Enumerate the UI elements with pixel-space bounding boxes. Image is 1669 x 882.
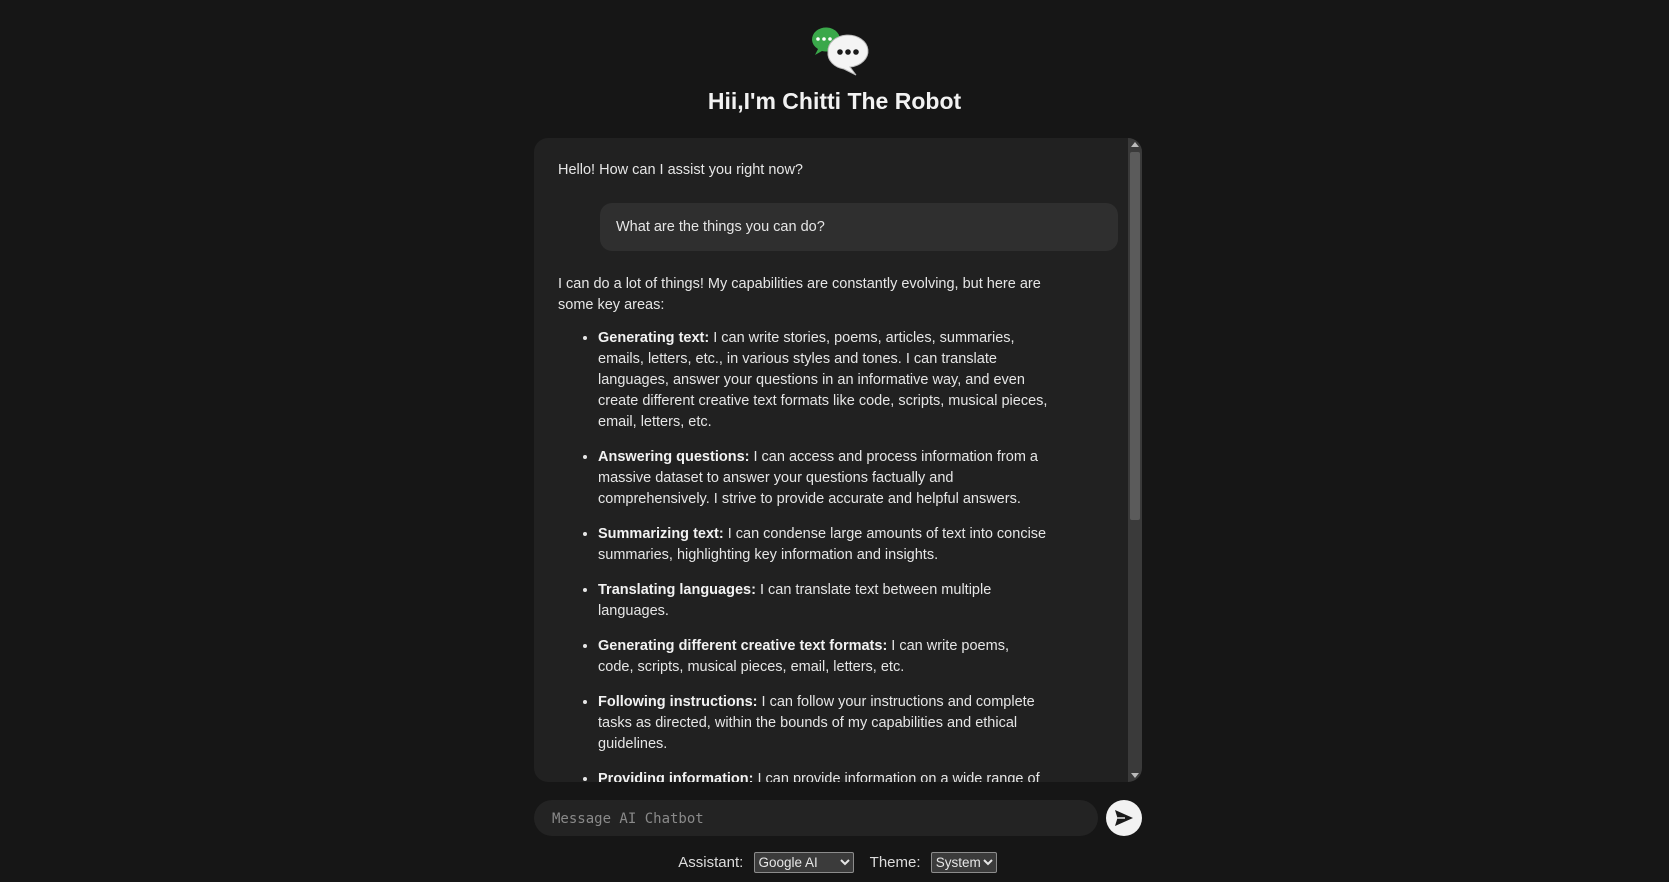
message-input-container[interactable]	[534, 800, 1098, 838]
assistant-select[interactable]: Google AI	[753, 852, 854, 873]
list-item: Generating different creative text forma…	[598, 636, 1048, 678]
chat-messages[interactable]: Hello! How can I assist you right now? W…	[534, 138, 1128, 782]
capabilities-list: Generating text: I can write stories, po…	[558, 328, 1048, 782]
list-item: Summarizing text: I can condense large a…	[598, 524, 1048, 566]
list-item-title: Answering questions:	[598, 449, 750, 465]
list-item-text: I can provide information on a wide rang…	[753, 771, 1040, 782]
scrollbar-thumb[interactable]	[1130, 152, 1140, 520]
list-item-title: Generating different creative text forma…	[598, 638, 888, 654]
scroll-down-arrow-icon[interactable]	[1131, 773, 1139, 778]
list-item: Following instructions: I can follow you…	[598, 692, 1048, 755]
chat-scrollbar[interactable]	[1128, 138, 1142, 782]
greeting-text: Hello! How can I assist you right now?	[558, 162, 803, 178]
chat-panel[interactable]: Hello! How can I assist you right now? W…	[534, 138, 1142, 782]
list-item-title: Generating text:	[598, 330, 710, 346]
list-item: Generating text: I can write stories, po…	[598, 328, 1048, 433]
list-item: Translating languages: I can translate t…	[598, 580, 1048, 622]
list-item: Answering questions: I can access and pr…	[598, 447, 1048, 510]
list-item-title: Following instructions:	[598, 694, 758, 710]
settings-bar: Assistant: Google AI Theme: System	[0, 852, 1669, 873]
list-item-title: Summarizing text:	[598, 526, 724, 542]
chat-bubbles-icon	[811, 27, 869, 76]
assistant-label: Assistant:	[678, 854, 744, 871]
list-item: Providing information: I can provide inf…	[598, 769, 1048, 782]
user-message: What are the things you can do?	[600, 203, 1118, 251]
send-arrow-icon	[1115, 810, 1133, 826]
scroll-up-arrow-icon[interactable]	[1131, 142, 1139, 147]
theme-select[interactable]: System	[930, 852, 997, 873]
list-item-title: Translating languages:	[598, 582, 756, 598]
page-title: Hii,I'm Chitti The Robot	[707, 88, 962, 114]
bot-message-answer: I can do a lot of things! My capabilitie…	[558, 274, 1048, 782]
message-input[interactable]	[550, 800, 1084, 838]
answer-intro: I can do a lot of things! My capabilitie…	[558, 276, 1041, 313]
bot-message-greeting: Hello! How can I assist you right now?	[558, 160, 1048, 181]
theme-label: Theme:	[869, 854, 921, 871]
send-button[interactable]	[1106, 800, 1142, 836]
list-item-title: Providing information:	[598, 771, 754, 782]
user-message-text: What are the things you can do?	[616, 219, 825, 235]
